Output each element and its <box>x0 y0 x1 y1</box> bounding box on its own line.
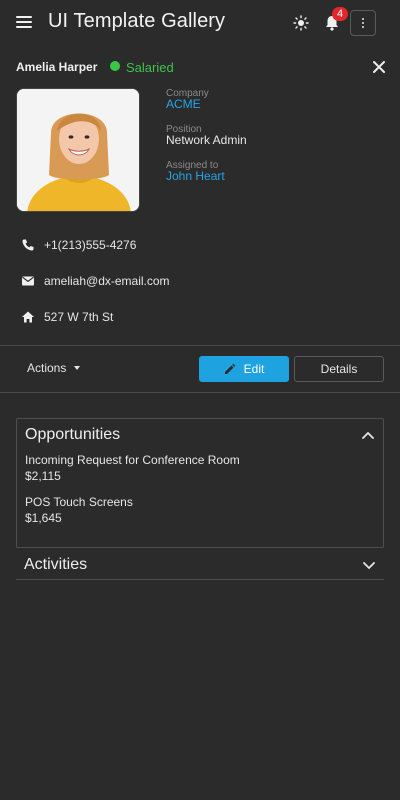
contact-name: Amelia Harper <box>16 60 98 74</box>
phone-icon <box>22 239 34 251</box>
opportunities-title: Opportunities <box>25 426 121 443</box>
email-text[interactable]: ameliah@dx-email.com <box>44 274 170 288</box>
close-icon[interactable] <box>372 60 386 74</box>
company-link[interactable]: ACME <box>166 97 201 111</box>
opportunity-value: $1,645 <box>25 511 62 525</box>
more-vertical-icon[interactable] <box>350 10 376 36</box>
app-title: UI Template Gallery <box>48 10 226 32</box>
activities-title: Activities <box>24 556 88 573</box>
opportunity-title[interactable]: POS Touch Screens <box>25 495 133 509</box>
pencil-icon <box>224 363 235 374</box>
opportunity-title[interactable]: Incoming Request for Conference Room <box>25 453 240 467</box>
email-icon <box>22 276 34 286</box>
details-label: Details <box>320 362 358 376</box>
opportunity-value: $2,115 <box>25 469 61 483</box>
phone-text[interactable]: +1(213)555-4276 <box>44 238 136 252</box>
position-value: Network Admin <box>166 133 247 147</box>
sun-icon[interactable] <box>293 15 309 31</box>
actions-dropdown[interactable]: Actions <box>27 361 81 375</box>
edit-label: Edit <box>243 362 265 376</box>
assigned-to-link[interactable]: John Heart <box>166 169 225 183</box>
chevron-down-icon[interactable] <box>363 562 375 570</box>
address-text: 527 W 7th St <box>44 310 114 324</box>
app-root: UI Template Gallery 4 Amelia Harper Sala… <box>0 0 400 800</box>
opportunities-panel: Opportunities Incoming Request for Confe… <box>16 418 384 548</box>
chevron-up-icon[interactable] <box>362 431 374 439</box>
edit-button[interactable]: Edit <box>199 356 289 382</box>
divider <box>0 392 400 393</box>
menu-icon[interactable] <box>16 16 32 30</box>
actions-label: Actions <box>27 361 67 375</box>
home-icon <box>22 311 34 323</box>
notification-badge: 4 <box>332 7 348 21</box>
status-dot-icon <box>110 61 120 71</box>
details-button[interactable]: Details <box>294 356 384 382</box>
status-badge: Salaried <box>126 60 174 75</box>
activities-panel[interactable]: Activities <box>16 552 384 580</box>
app-header: UI Template Gallery 4 <box>0 0 400 46</box>
divider <box>0 345 400 346</box>
caret-down-icon <box>74 366 81 370</box>
contact-photo <box>16 88 140 212</box>
